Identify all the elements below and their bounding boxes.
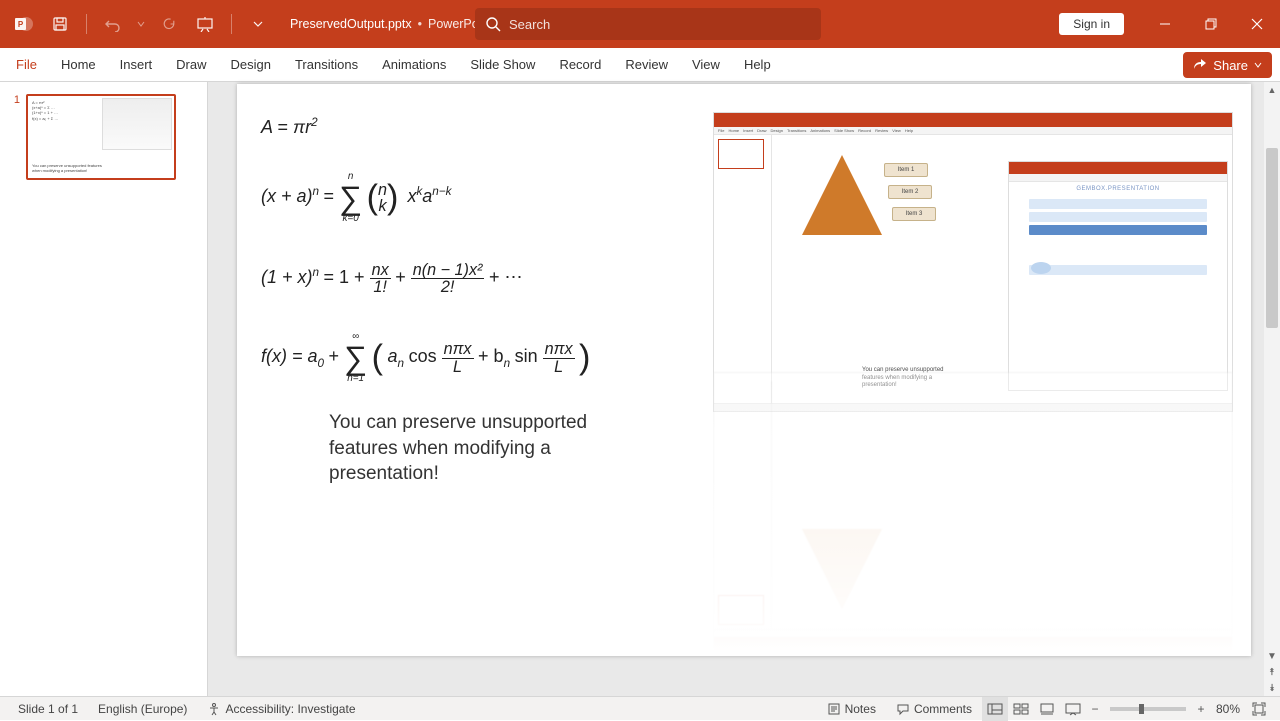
thumbnail-pane[interactable]: 1 A = πr²(x+a)ⁿ = Σ …(1+x)ⁿ = 1 + …f(x) … — [0, 82, 208, 696]
share-icon — [1193, 58, 1207, 72]
signin-button[interactable]: Sign in — [1059, 13, 1124, 35]
comments-icon — [896, 702, 910, 716]
tab-view[interactable]: View — [680, 48, 732, 81]
accessibility-icon — [207, 702, 221, 716]
embedded-item-2: Item 2 — [888, 185, 932, 199]
zoom-slider[interactable] — [1110, 707, 1186, 711]
status-accessibility[interactable]: Accessibility: Investigate — [197, 697, 365, 720]
equation-2[interactable]: (x + a)n = n∑k=0 (nk) xkan−k — [261, 172, 451, 224]
next-slide-icon[interactable]: ⯯ — [1269, 683, 1275, 694]
tab-file[interactable]: File — [4, 48, 49, 81]
share-button[interactable]: Share — [1183, 52, 1272, 78]
reading-view-button[interactable] — [1034, 697, 1060, 721]
thumbnail-slide-1[interactable]: 1 A = πr²(x+a)ⁿ = Σ …(1+x)ⁿ = 1 + …f(x) … — [10, 94, 197, 180]
share-label: Share — [1213, 58, 1248, 73]
embedded-item-1: Item 1 — [884, 163, 928, 177]
tab-animations[interactable]: Animations — [370, 48, 458, 81]
notes-label: Notes — [845, 702, 876, 716]
slide-canvas-area: A = πr2 (x + a)n = n∑k=0 (nk) xkan−k (1 … — [208, 82, 1280, 696]
zoom-out-button[interactable]: − — [1086, 697, 1104, 721]
undo-dropdown-icon[interactable] — [135, 10, 147, 38]
document-title: PreservedOutput.pptx • PowerPoint — [290, 17, 492, 31]
search-input[interactable] — [509, 17, 811, 32]
equation-3[interactable]: (1 + x)n = 1 + nx1! + n(n − 1)x²2! + ⋯ — [261, 262, 522, 295]
tab-help[interactable]: Help — [732, 48, 783, 81]
zoom-in-button[interactable]: + — [1192, 697, 1210, 721]
zoom-level[interactable]: 80% — [1210, 697, 1246, 720]
prev-slide-icon[interactable]: ⯭ — [1269, 667, 1275, 678]
qat-customize-icon[interactable] — [244, 10, 272, 38]
search-box[interactable] — [475, 8, 821, 40]
tab-insert[interactable]: Insert — [108, 48, 165, 81]
ribbon-tabs: File Home Insert Draw Design Transitions… — [0, 48, 1280, 82]
title-bar: P PreservedOutput.pptx • PowerPoint Sign… — [0, 0, 1280, 48]
notes-icon — [827, 702, 841, 716]
svg-text:P: P — [18, 20, 24, 29]
accessibility-label: Accessibility: Investigate — [225, 702, 355, 716]
comments-button[interactable]: Comments — [886, 697, 982, 720]
embedded-item-3: Item 3 — [892, 207, 936, 221]
redo-button[interactable] — [155, 10, 183, 38]
thumbnail-number: 1 — [10, 94, 20, 180]
scroll-up-icon[interactable]: ▲ — [1264, 82, 1280, 98]
scroll-down-icon[interactable]: ▼ — [1267, 651, 1277, 662]
workspace: 1 A = πr²(x+a)ⁿ = Σ …(1+x)ⁿ = 1 + …f(x) … — [0, 82, 1280, 696]
notes-button[interactable]: Notes — [817, 697, 886, 720]
undo-button[interactable] — [99, 10, 127, 38]
chevron-down-icon — [1254, 61, 1262, 69]
embedded-image[interactable]: FileHomeInsertDrawDesignTransitionsAnima… — [713, 112, 1233, 652]
slideshow-from-start-button[interactable] — [191, 10, 219, 38]
status-language[interactable]: English (Europe) — [88, 697, 197, 720]
maximize-button[interactable] — [1188, 0, 1234, 48]
tab-draw[interactable]: Draw — [164, 48, 218, 81]
comments-label: Comments — [914, 702, 972, 716]
search-icon — [485, 16, 501, 32]
embedded-right-title: GEMBOX.PRESENTATION — [1009, 182, 1227, 196]
status-bar: Slide 1 of 1 English (Europe) Accessibil… — [0, 696, 1280, 720]
fit-to-window-button[interactable] — [1246, 697, 1272, 721]
doc-name-text: PreservedOutput.pptx — [290, 17, 412, 31]
tab-record[interactable]: Record — [547, 48, 613, 81]
minimize-button[interactable] — [1142, 0, 1188, 48]
thumbnail-preview[interactable]: A = πr²(x+a)ⁿ = Σ …(1+x)ⁿ = 1 + …f(x) = … — [26, 94, 176, 180]
tab-slideshow[interactable]: Slide Show — [458, 48, 547, 81]
app-icon: P — [10, 10, 38, 38]
equation-4[interactable]: f(x) = a0 + ∞∑n=1 ( an cos nπxL + bn sin… — [261, 332, 590, 384]
equation-1[interactable]: A = πr2 — [261, 116, 318, 138]
status-slide-info[interactable]: Slide 1 of 1 — [8, 697, 88, 720]
tab-transitions[interactable]: Transitions — [283, 48, 370, 81]
slideshow-view-button[interactable] — [1060, 697, 1086, 721]
tab-review[interactable]: Review — [613, 48, 680, 81]
slide-sorter-button[interactable] — [1008, 697, 1034, 721]
tab-home[interactable]: Home — [49, 48, 108, 81]
tab-design[interactable]: Design — [219, 48, 283, 81]
close-button[interactable] — [1234, 0, 1280, 48]
vertical-scrollbar[interactable]: ▲ ▼ ⯭ ⯯ — [1264, 82, 1280, 696]
scrollbar-thumb[interactable] — [1266, 148, 1278, 328]
normal-view-button[interactable] — [982, 697, 1008, 721]
save-button[interactable] — [46, 10, 74, 38]
slide[interactable]: A = πr2 (x + a)n = n∑k=0 (nk) xkan−k (1 … — [237, 84, 1251, 656]
slide-body-text[interactable]: You can preserve unsupported features wh… — [329, 410, 609, 487]
